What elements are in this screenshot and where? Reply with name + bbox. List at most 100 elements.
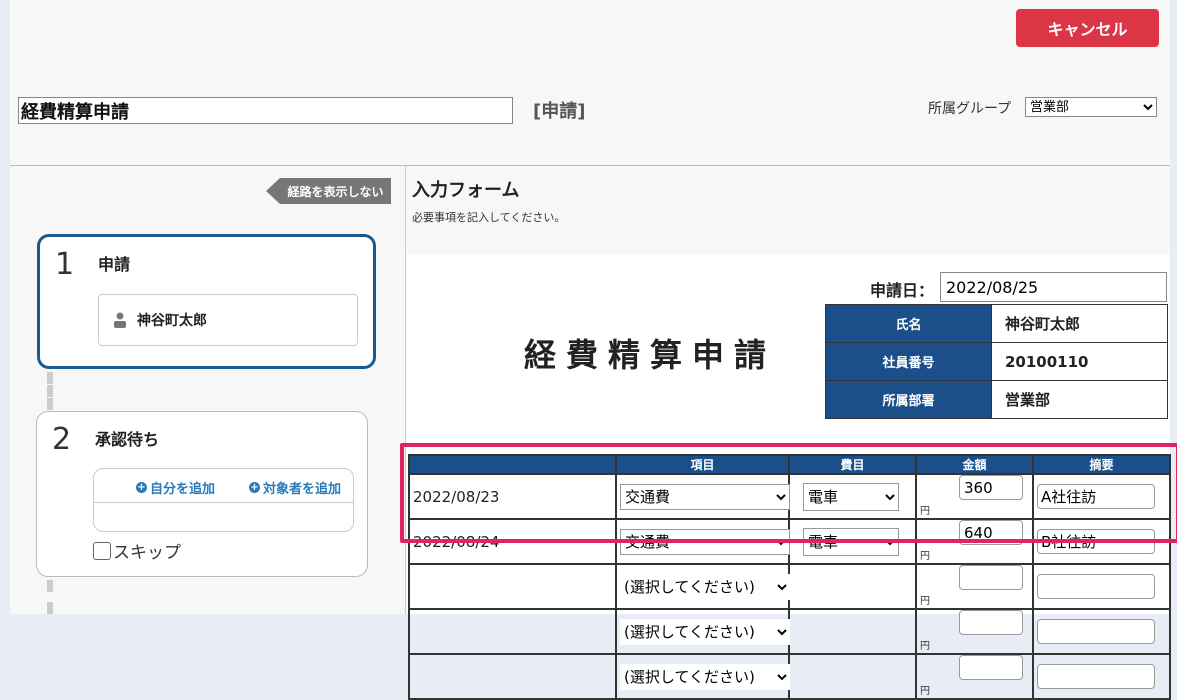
row-item-cell: (選択してください) (615, 608, 790, 655)
add-self-link[interactable]: + 自分を追加 (136, 478, 215, 497)
title-input[interactable] (18, 97, 513, 124)
row-memo-cell (1032, 518, 1171, 565)
header-item: 項目 (615, 454, 790, 475)
yen-label: 円 (920, 506, 930, 517)
application-date-input[interactable] (940, 272, 1167, 302)
status-label: [申請] (533, 101, 586, 122)
step-number: 2 (52, 422, 72, 457)
row-date[interactable] (408, 563, 617, 610)
applicant-box: 神谷町太郎 (98, 294, 358, 346)
date-label: 申請日： (870, 281, 935, 300)
info-label: 社員番号 (825, 342, 992, 381)
applicant-name: 神谷町太郎 (137, 313, 207, 329)
person-icon (114, 312, 126, 328)
row-category-cell: 電車 (788, 473, 917, 520)
amount-input[interactable] (959, 565, 1023, 590)
route-connector (47, 580, 53, 614)
row-memo-cell (1032, 563, 1171, 610)
row-memo-cell (1032, 653, 1171, 700)
item-select[interactable]: 交通費 (620, 528, 790, 555)
row-amount-cell: 円 (915, 473, 1034, 520)
category-select[interactable]: 電車 (803, 527, 899, 556)
info-row: 氏名 神谷町太郎 (825, 304, 1168, 343)
table-row: (選択してください) 円 (408, 563, 1171, 610)
item-select[interactable]: (選択してください) (620, 573, 790, 600)
plus-circle-icon: + (136, 482, 147, 493)
plus-circle-icon: + (249, 482, 260, 493)
row-amount-cell: 円 (915, 653, 1034, 700)
table-header-row: 項目 費目 金額 摘要 (408, 454, 1171, 475)
form-subtext: 必要事項を記入してください。 (412, 211, 566, 224)
add-self-label: 自分を追加 (150, 482, 216, 497)
add-target-link[interactable]: + 対象者を追加 (249, 478, 341, 497)
step-card-approval: 2 承認待ち + 自分を追加 + 対象者を追加 スキップ (36, 411, 368, 577)
item-select[interactable]: (選択してください) (620, 663, 790, 690)
row-date[interactable] (408, 608, 617, 655)
row-amount-cell: 円 (915, 518, 1034, 565)
form-heading: 入力フォーム (412, 180, 520, 201)
app-frame: キャンセル [申請] 所属グループ 営業部 経路を表示しない 1 申請 神谷町太… (10, 0, 1177, 700)
route-toggle-arrow-icon (266, 178, 280, 204)
item-select[interactable]: (選択してください) (620, 618, 790, 645)
route-toggle-button[interactable]: 経路を表示しない (280, 178, 391, 204)
table-row: 2022/08/23 交通費 電車 円 (408, 473, 1171, 520)
row-memo-cell (1032, 473, 1171, 520)
header-divider (10, 165, 1170, 166)
group-select[interactable]: 営業部 (1025, 97, 1157, 117)
row-item-cell: (選択してください) (615, 653, 790, 700)
panel-divider (405, 166, 406, 614)
row-date[interactable] (408, 653, 617, 700)
row-category-cell (788, 563, 917, 610)
row-date[interactable]: 2022/08/23 (408, 473, 617, 520)
row-amount-cell: 円 (915, 563, 1034, 610)
info-row: 所属部署 営業部 (825, 380, 1168, 419)
yen-label: 円 (920, 686, 930, 697)
step-title: 承認待ち (95, 430, 160, 449)
header-category: 費目 (788, 454, 917, 475)
cancel-button[interactable]: キャンセル (1016, 9, 1159, 47)
yen-label: 円 (920, 551, 930, 562)
header-amount: 金額 (915, 454, 1034, 475)
row-date[interactable]: 2022/08/24 (408, 518, 617, 565)
step-title: 申請 (98, 255, 131, 274)
amount-input[interactable] (959, 655, 1023, 680)
table-row: 2022/08/24 交通費 電車 円 (408, 518, 1171, 565)
skip-checkbox[interactable]: スキップ (93, 538, 181, 563)
info-label: 所属部署 (825, 380, 992, 419)
step-card-apply: 1 申請 神谷町太郎 (37, 234, 376, 369)
row-item-cell: 交通費 (615, 518, 790, 565)
memo-input[interactable] (1037, 664, 1155, 689)
row-item-cell: 交通費 (615, 473, 790, 520)
memo-input[interactable] (1037, 484, 1155, 509)
info-value: 20100110 (991, 342, 1168, 381)
info-label: 氏名 (825, 304, 992, 343)
row-category-cell (788, 608, 917, 655)
info-value: 営業部 (991, 380, 1168, 419)
row-item-cell: (選択してください) (615, 563, 790, 610)
table-row: (選択してください) 円 (408, 653, 1171, 700)
item-select[interactable]: 交通費 (620, 483, 790, 510)
approver-add-box: + 自分を追加 + 対象者を追加 (93, 468, 354, 532)
memo-input[interactable] (1037, 529, 1155, 554)
yen-label: 円 (920, 641, 930, 652)
add-target-label: 対象者を追加 (263, 482, 342, 497)
amount-input[interactable] (959, 520, 1023, 545)
yen-label: 円 (920, 596, 930, 607)
skip-checkbox-box[interactable] (93, 541, 111, 560)
row-category-cell: 電車 (788, 518, 917, 565)
row-amount-cell: 円 (915, 608, 1034, 655)
header-memo: 摘要 (1032, 454, 1171, 475)
amount-input[interactable] (959, 475, 1023, 500)
memo-input[interactable] (1037, 619, 1155, 644)
applicant-info-table: 氏名 神谷町太郎 社員番号 20100110 所属部署 営業部 (825, 304, 1168, 419)
category-select[interactable]: 電車 (803, 482, 899, 511)
table-row: (選択してください) 円 (408, 608, 1171, 655)
expense-table: 項目 費目 金額 摘要 2022/08/23 交通費 電車 円 2022/08/… (408, 454, 1171, 700)
header-date (408, 454, 617, 475)
group-label: 所属グループ (928, 101, 1012, 117)
skip-label: スキップ (113, 543, 181, 563)
memo-input[interactable] (1037, 574, 1155, 599)
route-connector (47, 372, 53, 410)
info-row: 社員番号 20100110 (825, 342, 1168, 381)
row-memo-cell (1032, 608, 1171, 655)
